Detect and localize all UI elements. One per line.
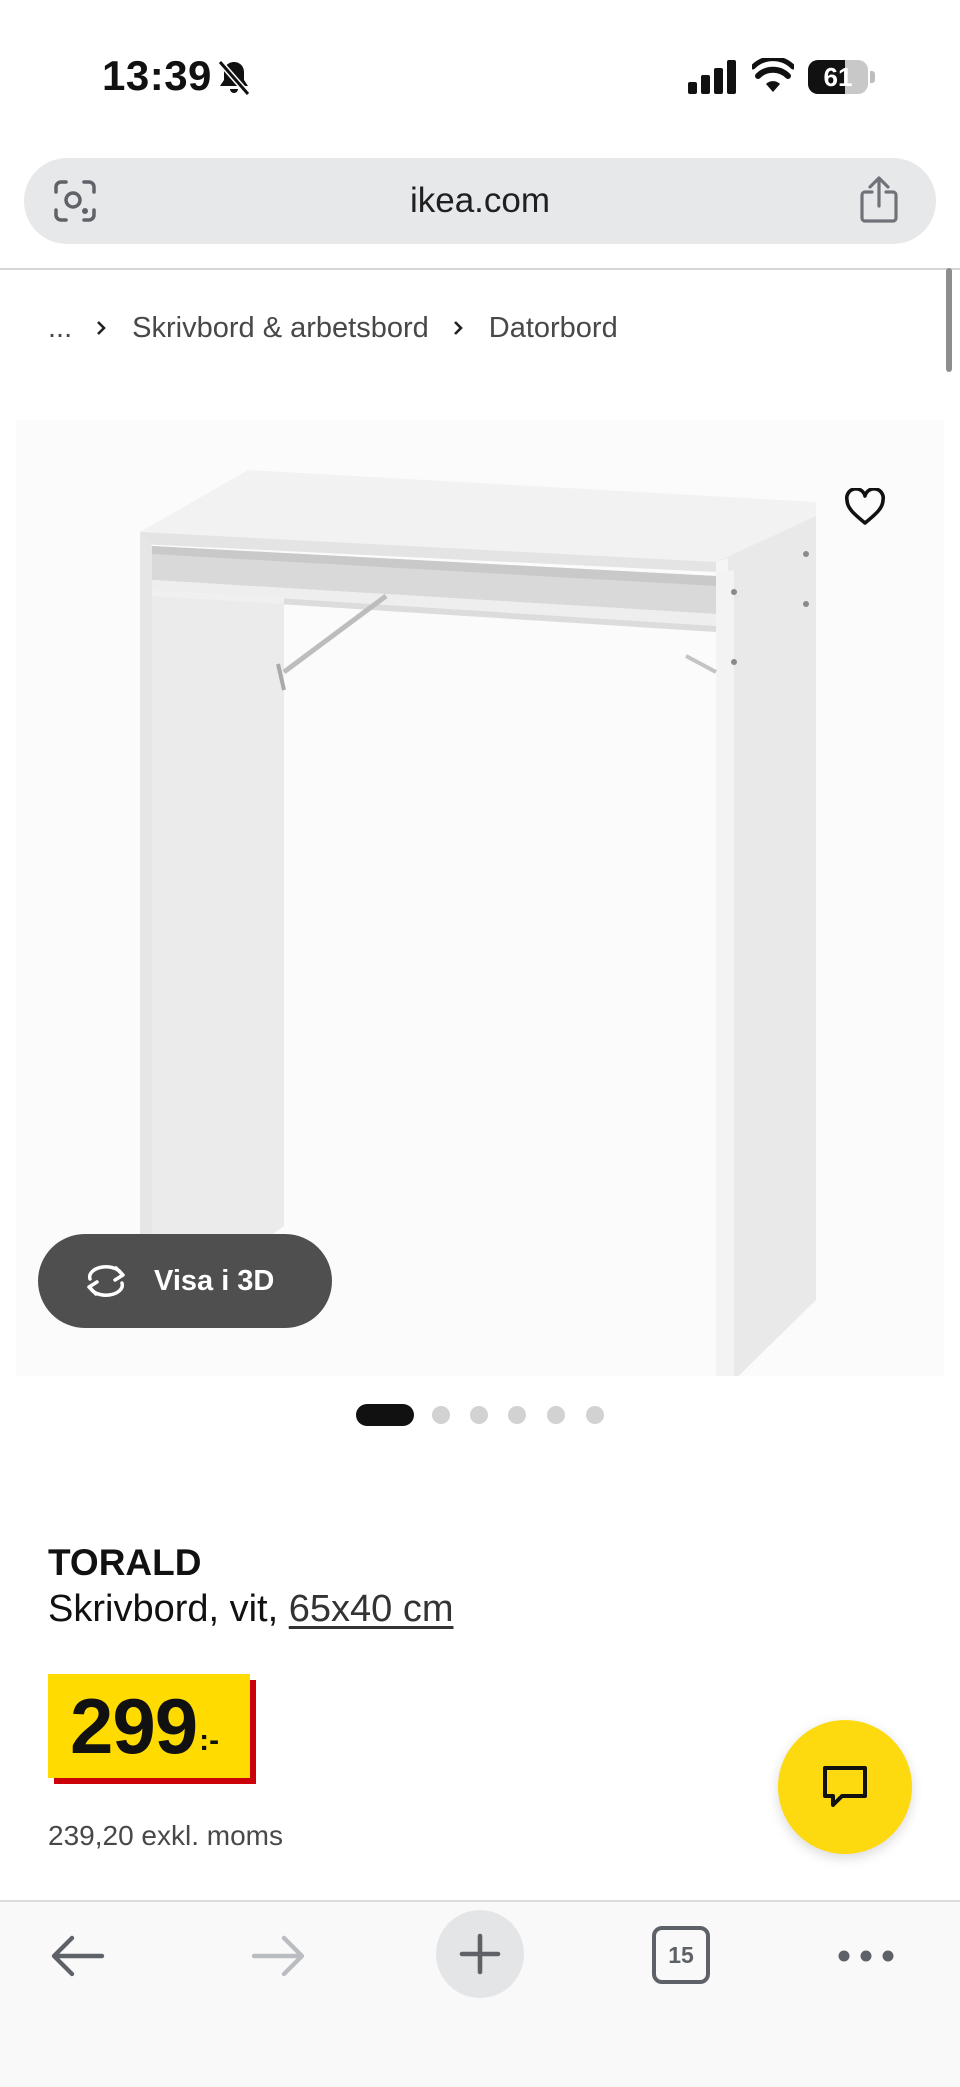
product-description: Skrivbord, vit, 65x40 cm (48, 1588, 453, 1631)
rotate-3d-icon (87, 1265, 125, 1297)
product-type-text: Skrivbord, vit, (48, 1588, 289, 1630)
breadcrumb-computer-desks[interactable]: Datorbord (489, 312, 618, 345)
carousel-dot[interactable] (586, 1406, 604, 1424)
product-image[interactable] (16, 420, 944, 1398)
battery-icon: 61 (808, 60, 875, 94)
plus-icon (459, 1933, 501, 1975)
price-excl-vat: 239,20 exkl. moms (48, 1820, 283, 1851)
wifi-icon (752, 58, 794, 92)
status-bar: 13:39 61 (0, 0, 960, 140)
breadcrumb: ... Skrivbord & arbetsbord Datorbord (48, 308, 618, 348)
chat-button[interactable] (778, 1720, 912, 1854)
share-icon[interactable] (858, 176, 900, 224)
chat-bubble-icon (823, 1766, 867, 1807)
carousel-dots (0, 1404, 960, 1426)
view-in-3d-button[interactable]: Visa i 3D (38, 1234, 332, 1328)
price-value: 299 (70, 1682, 198, 1770)
battery-percent: 61 (823, 62, 853, 92)
product-name: TORALD (48, 1542, 202, 1583)
product-size-link[interactable]: 65x40 cm (289, 1588, 454, 1630)
address-bar[interactable]: ikea.com (24, 158, 936, 244)
carousel-dot[interactable] (508, 1406, 526, 1424)
tabs-button[interactable]: 15 (652, 1926, 710, 1984)
view-in-3d-label: Visa i 3D (154, 1264, 275, 1297)
divider (0, 268, 960, 270)
favorite-button[interactable] (820, 462, 910, 552)
forward-arrow-icon[interactable] (248, 1932, 310, 1980)
price-tag: 299 :- (48, 1674, 256, 1784)
price-suffix: :- (199, 1724, 220, 1757)
carousel-dot[interactable] (356, 1404, 414, 1426)
carousel-dot[interactable] (470, 1406, 488, 1424)
lens-icon[interactable] (52, 178, 98, 224)
chevron-right-icon (453, 321, 463, 335)
cellular-signal-icon (688, 60, 736, 94)
tab-count: 15 (668, 1941, 694, 1968)
status-time: 13:39 (102, 52, 212, 99)
carousel-dot[interactable] (547, 1406, 565, 1424)
desk-illustration (140, 470, 816, 1398)
url-text[interactable]: ikea.com (24, 158, 936, 244)
chevron-right-icon (97, 321, 107, 335)
scrollbar[interactable] (946, 268, 952, 372)
breadcrumb-ellipsis[interactable]: ... (48, 312, 72, 345)
more-icon[interactable] (836, 1936, 896, 1976)
breadcrumb-desks[interactable]: Skrivbord & arbetsbord (132, 312, 429, 345)
carousel-dot[interactable] (432, 1406, 450, 1424)
heart-icon (844, 488, 886, 525)
back-arrow-icon[interactable] (46, 1932, 108, 1980)
bell-off-icon (217, 60, 251, 96)
new-tab-button[interactable] (436, 1910, 524, 1998)
